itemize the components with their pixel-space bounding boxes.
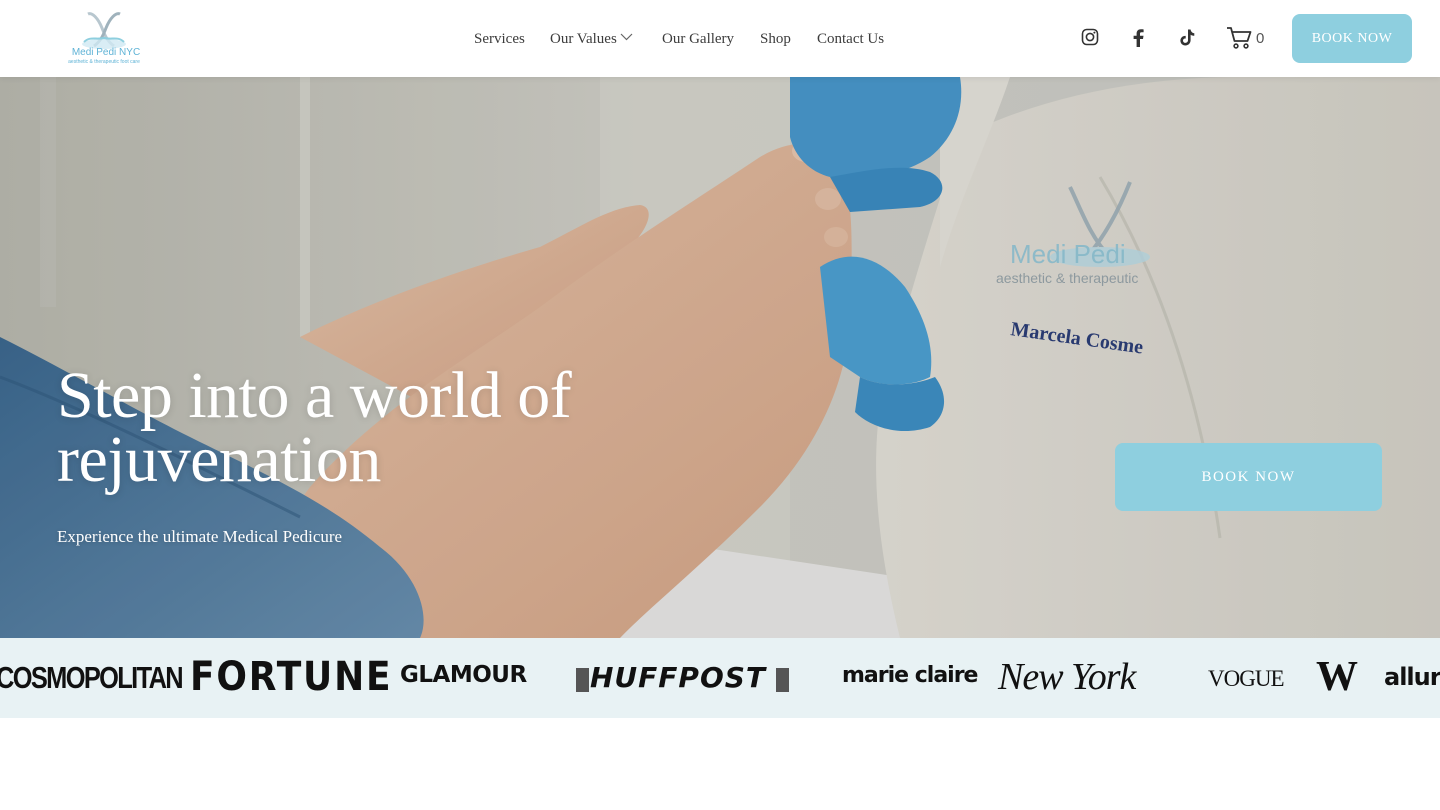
press-logo-new-york: New York: [998, 656, 1136, 698]
hero-section: Medi Pedi aesthetic & therapeutic Marcel…: [0, 77, 1440, 638]
press-logos-strip: COSMOPOLITAN FORTUNE GLAMOUR HUFFPOST ma…: [0, 638, 1440, 718]
press-logo-allure: allure: [1384, 663, 1440, 691]
logo-tagline: aesthetic & therapeutic foot care: [68, 59, 140, 65]
book-now-header-button[interactable]: BOOK NOW: [1292, 14, 1412, 63]
press-logo-w: W: [1316, 654, 1358, 700]
press-logo-fortune: FORTUNE: [190, 654, 393, 700]
hero-subtitle: Experience the ultimate Medical Pedicure: [57, 527, 343, 546]
chevron-down-icon[interactable]: [620, 33, 633, 41]
huffpost-right-bar: [776, 668, 789, 692]
nav-our-values[interactable]: Our Values: [550, 29, 617, 49]
logo-wordmark: Medi Pedi NYC: [71, 47, 141, 58]
cart-count: 0: [1256, 30, 1265, 47]
hero-photo: Medi Pedi aesthetic & therapeutic Marcel…: [0, 77, 1440, 638]
book-now-hero-button[interactable]: BOOK NOW: [1115, 443, 1382, 511]
facebook-icon[interactable]: [1131, 28, 1145, 48]
nav-services[interactable]: Services: [474, 29, 525, 49]
nav-our-gallery[interactable]: Our Gallery: [662, 29, 734, 49]
cart-icon[interactable]: [1226, 26, 1252, 50]
main-nav: Services Our Values Our Gallery Shop Con…: [0, 29, 1440, 49]
instagram-icon[interactable]: [1081, 28, 1099, 46]
press-logo-glamour: GLAMOUR: [400, 662, 527, 688]
nav-shop[interactable]: Shop: [760, 29, 791, 49]
nav-contact-us[interactable]: Contact Us: [817, 29, 884, 49]
press-logo-marie-claire: marie claire: [842, 663, 978, 688]
press-logo-cosmopolitan: COSMOPOLITAN: [0, 660, 184, 695]
huffpost-left-bar: [576, 668, 589, 692]
tiktok-icon[interactable]: [1179, 28, 1196, 47]
site-header: Medi Pedi NYC aesthetic & therapeutic fo…: [0, 0, 1440, 77]
press-logo-vogue: VOGUE: [1208, 666, 1284, 691]
hero-title: Step into a world of rejuvenation: [57, 359, 572, 496]
press-logo-huffpost: HUFFPOST: [590, 661, 767, 694]
